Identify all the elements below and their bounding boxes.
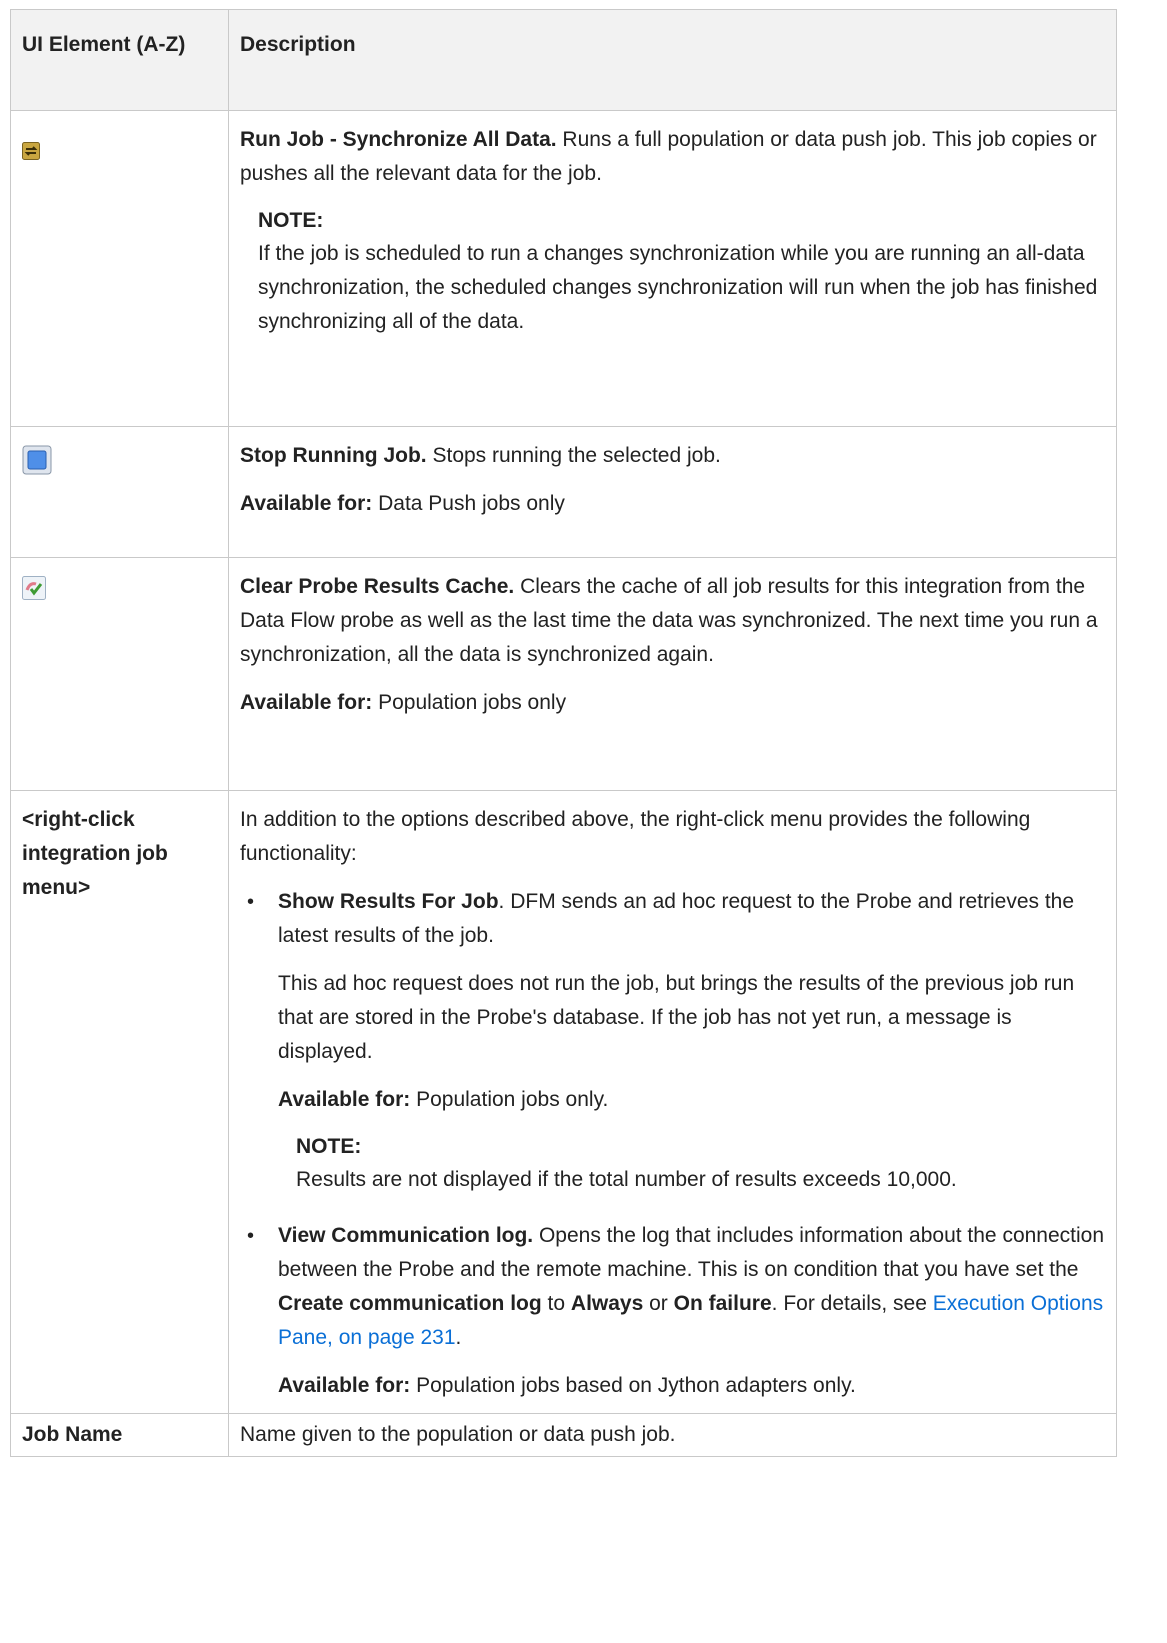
element-cell xyxy=(10,557,229,791)
description-cell: Clear Probe Results Cache. Clears the ca… xyxy=(228,557,1117,791)
element-cell xyxy=(10,110,229,427)
table-row: Stop Running Job. Stops running the sele… xyxy=(10,426,1117,558)
clear-cache-icon xyxy=(22,576,46,600)
table-row: <right-click integration job menu> In ad… xyxy=(10,790,1117,1414)
table-row: Clear Probe Results Cache. Clears the ca… xyxy=(10,557,1117,791)
list-item: • View Communication log. Opens the log … xyxy=(247,1224,1105,1397)
description-cell: Stop Running Job. Stops running the sele… xyxy=(228,426,1117,558)
note-text: If the job is scheduled to run a changes… xyxy=(258,242,1098,333)
table-header-row: UI Element (A-Z) Description xyxy=(10,9,1117,111)
note-box: NOTE: If the job is scheduled to run a c… xyxy=(258,209,1098,333)
description-cell: In addition to the options described abo… xyxy=(228,790,1117,1414)
table-row: Run Job - Synchronize All Data. Runs a f… xyxy=(10,110,1117,427)
table-row: Job Name Name given to the population or… xyxy=(10,1413,1117,1457)
header-description: Description xyxy=(228,9,1117,111)
header-ui-element: UI Element (A-Z) xyxy=(10,9,229,111)
sync-arrows-icon xyxy=(22,142,40,160)
description-cell: Name given to the population or data pus… xyxy=(228,1413,1117,1457)
note-box: NOTE: Results are not displayed if the t… xyxy=(296,1135,957,1191)
options-list: • Show Results For Job. DFM sends an ad … xyxy=(240,885,1108,1403)
description-cell: Run Job - Synchronize All Data. Runs a f… xyxy=(228,110,1117,427)
element-cell xyxy=(10,426,229,558)
element-cell: <right-click integration job menu> xyxy=(10,790,229,1414)
element-name: <right-click integration job menu> xyxy=(22,808,168,899)
stop-square-icon xyxy=(22,445,52,475)
ui-elements-table: UI Element (A-Z) Description Run Job - S… xyxy=(10,9,1117,1457)
list-item: • Show Results For Job. DFM sends an ad … xyxy=(247,885,1108,1197)
element-cell: Job Name xyxy=(10,1413,229,1457)
run-job-title: Run Job - Synchronize All Data. xyxy=(240,128,557,151)
